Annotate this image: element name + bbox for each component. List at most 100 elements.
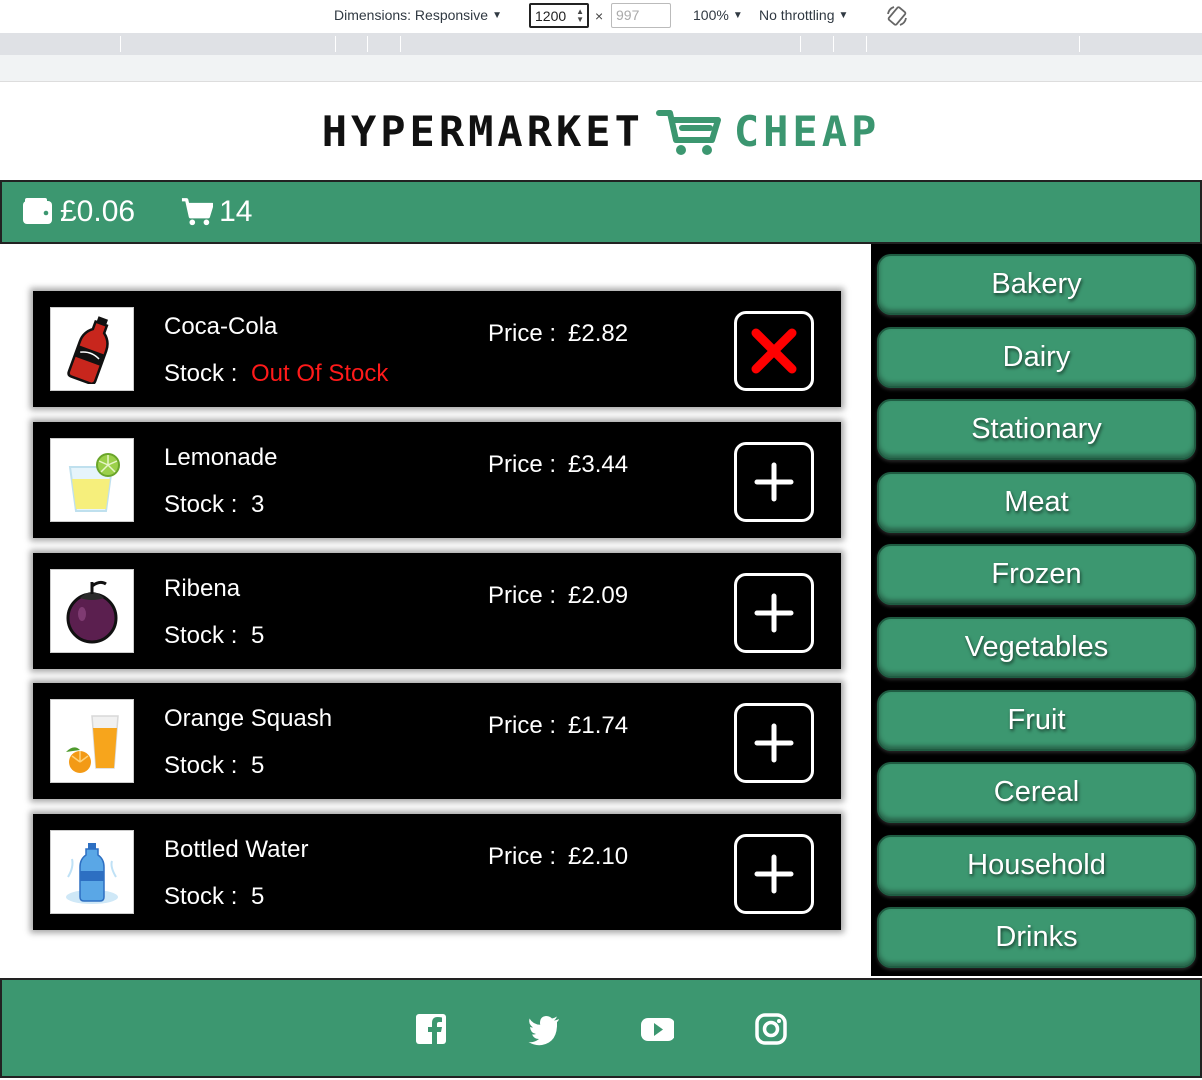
wallet-icon	[23, 198, 52, 224]
category-vegetables-button[interactable]: Vegetables	[877, 617, 1196, 678]
category-bakery-button[interactable]: Bakery	[877, 254, 1196, 315]
stock-value: 3	[251, 491, 265, 518]
twitter-icon	[528, 1016, 559, 1046]
add-to-cart-button[interactable]	[734, 442, 814, 522]
price-label: Price :	[488, 712, 557, 739]
cart-logo-icon	[655, 109, 721, 155]
category-dairy-button[interactable]: Dairy	[877, 327, 1196, 388]
height-input[interactable]: 997	[611, 3, 671, 28]
top-bar: £0.06 14	[0, 180, 1202, 244]
site-footer	[0, 978, 1202, 1078]
product-card: Orange Squash Stock : 5 Price : £1.74	[33, 683, 841, 799]
spinner-icon[interactable]: ▲ ▼	[576, 8, 584, 24]
stock-value: 5	[251, 883, 265, 910]
category-sidebar: Bakery Dairy Stationary Meat Frozen Vege…	[871, 244, 1202, 976]
throttling-dropdown[interactable]: No throttling ▼	[759, 7, 848, 23]
product-name: Bottled Water	[164, 836, 309, 863]
product-name: Ribena	[164, 575, 241, 602]
cart-icon	[182, 198, 214, 226]
devtools-toolbar: Dimensions: Responsive ▼ 1200 ▲ ▼ × 997 1…	[0, 0, 1202, 82]
plus-icon	[754, 723, 794, 763]
price-label: Price :	[488, 843, 557, 870]
category-frozen-button[interactable]: Frozen	[877, 544, 1196, 605]
product-image	[50, 830, 134, 914]
stock-label: Stock :	[164, 622, 238, 649]
add-to-cart-button[interactable]	[734, 834, 814, 914]
throttling-label: No throttling	[759, 7, 835, 23]
logo-text-left: HYPERMARKET	[321, 107, 644, 156]
chevron-down-icon: ▼	[838, 9, 849, 21]
device-ruler	[0, 55, 1202, 82]
height-placeholder: 997	[616, 7, 640, 23]
instagram-link[interactable]	[754, 1012, 788, 1046]
product-name: Lemonade	[164, 444, 278, 471]
category-drinks-button[interactable]: Drinks	[877, 907, 1196, 968]
out-of-stock-button[interactable]	[734, 311, 814, 391]
product-image	[50, 438, 134, 522]
stock-value: Out Of Stock	[251, 360, 389, 387]
plus-icon	[754, 854, 794, 894]
product-card: Ribena Stock : 5 Price : £2.09	[33, 553, 841, 669]
price-value: £2.10	[568, 843, 629, 870]
facebook-icon	[416, 1014, 446, 1044]
category-cereal-button[interactable]: Cereal	[877, 762, 1196, 823]
blackcurrant-icon	[66, 580, 118, 644]
product-card: Lemonade Stock : 3 Price : £3.44	[33, 422, 841, 538]
plus-icon	[754, 462, 794, 502]
wallet-balance[interactable]: £0.06	[22, 195, 135, 229]
site-header: HYPERMARKET CHEAP	[0, 83, 1202, 180]
product-card: Bottled Water Stock : 5 Price : £2.10	[33, 814, 841, 930]
twitter-link[interactable]	[527, 1012, 561, 1046]
balance-value: £0.06	[60, 195, 136, 228]
media-query-ruler[interactable]	[0, 33, 1202, 55]
price-label: Price :	[488, 320, 557, 347]
cart-counter[interactable]: 14	[181, 195, 252, 229]
stock-label: Stock :	[164, 752, 238, 779]
cola-bottle-icon	[67, 316, 109, 384]
facebook-link[interactable]	[414, 1012, 448, 1046]
dimensions-label: Dimensions: Responsive	[334, 7, 489, 23]
lemonade-glass-icon	[68, 453, 120, 512]
zoom-dropdown[interactable]: 100% ▼	[693, 7, 743, 23]
zoom-label: 100%	[693, 7, 729, 23]
youtube-icon	[641, 1018, 675, 1041]
times-sign: ×	[595, 8, 604, 24]
chevron-down-icon: ▼	[732, 9, 743, 21]
orange-juice-icon	[66, 715, 119, 773]
plus-icon	[754, 593, 794, 633]
close-icon	[751, 328, 797, 374]
price-label: Price :	[488, 582, 557, 609]
add-to-cart-button[interactable]	[734, 703, 814, 783]
width-input[interactable]: 1200 ▲ ▼	[529, 3, 589, 28]
add-to-cart-button[interactable]	[734, 573, 814, 653]
stock-value: 5	[251, 622, 265, 649]
logo-text-right: CHEAP	[733, 107, 881, 156]
product-name: Orange Squash	[164, 705, 333, 732]
stock-value: 5	[251, 752, 265, 779]
instagram-icon	[755, 1013, 787, 1045]
dimensions-dropdown[interactable]: Dimensions: Responsive ▼	[334, 7, 502, 23]
rotate-icon[interactable]	[885, 4, 909, 28]
category-meat-button[interactable]: Meat	[877, 472, 1196, 533]
stock-label: Stock :	[164, 360, 238, 387]
chevron-down-icon: ▼	[492, 9, 502, 21]
stock-label: Stock :	[164, 883, 238, 910]
price-value: £2.09	[568, 582, 629, 609]
price-value: £1.74	[568, 712, 629, 739]
price-value: £2.82	[568, 320, 629, 347]
cart-count: 14	[219, 195, 253, 228]
stock-label: Stock :	[164, 491, 238, 518]
product-list: Coca-Cola Stock : Out Of Stock Price : £…	[2, 244, 871, 976]
product-name: Coca-Cola	[164, 313, 278, 340]
product-image	[50, 699, 134, 783]
category-fruit-button[interactable]: Fruit	[877, 690, 1196, 751]
price-value: £3.44	[568, 451, 629, 478]
product-image	[50, 307, 134, 391]
youtube-link[interactable]	[640, 1012, 675, 1046]
width-value: 1200	[535, 8, 567, 24]
price-label: Price :	[488, 451, 557, 478]
category-stationary-button[interactable]: Stationary	[877, 399, 1196, 460]
category-household-button[interactable]: Household	[877, 835, 1196, 896]
water-bottle-icon	[66, 843, 118, 904]
product-card: Coca-Cola Stock : Out Of Stock Price : £…	[33, 291, 841, 407]
